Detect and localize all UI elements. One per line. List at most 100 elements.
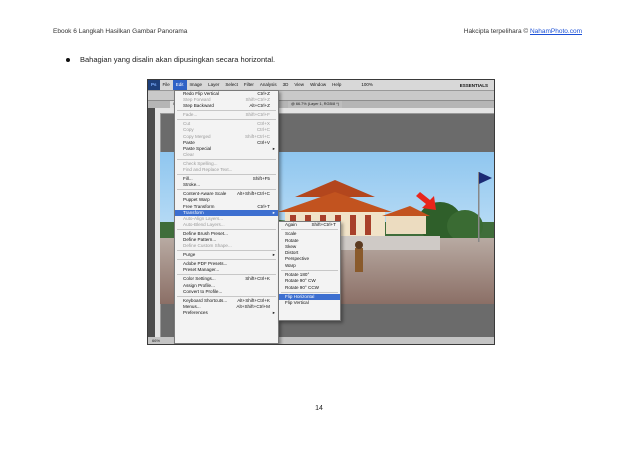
- menu-separator: [177, 189, 276, 191]
- menu-separator: [177, 174, 276, 176]
- menu-analysis[interactable]: Analysis: [257, 80, 280, 90]
- menu-item-label: Assign Profile...: [183, 282, 215, 288]
- menu-item-label: Preferences: [183, 309, 208, 315]
- menu-help[interactable]: Help: [329, 80, 344, 90]
- menu-item-label: Rotate: [285, 237, 299, 243]
- bullet-icon: [66, 57, 70, 62]
- menu-item-find-and-replace-text: Find and Replace Text...: [175, 167, 278, 173]
- menu-item-label: Color Settings...: [183, 276, 216, 282]
- menu-item-stroke[interactable]: Stroke...: [175, 182, 278, 188]
- menu-item-label: Step Forward: [183, 97, 211, 103]
- menu-window[interactable]: Window: [307, 80, 329, 90]
- menu-item-label: Define Pattern...: [183, 236, 217, 242]
- menu-item-label: Fill...: [183, 176, 193, 182]
- workspace-switcher[interactable]: ESSENTIALS: [460, 83, 494, 88]
- submenu-arrow-icon: ▸: [272, 309, 275, 315]
- menu-separator: [177, 228, 276, 230]
- menu-item-label: Convert to Profile...: [183, 288, 223, 294]
- menu-item-label: Flip Horizontal: [285, 293, 315, 299]
- edit-menu[interactable]: Redo Flip Vertical Ctrl+Z Step Forward Shif…: [174, 90, 279, 344]
- menu-layer[interactable]: Layer: [205, 80, 222, 90]
- menu-item-label: Rotate 180°: [285, 272, 310, 278]
- transform-submenu[interactable]: Again Shift+Ctrl+T Scale Rotate Skew Distort P…: [278, 221, 341, 321]
- menu-item-preferences[interactable]: Preferences ▸: [175, 310, 278, 316]
- menu-item-rotate-90-ccw[interactable]: Rotate 90° CCW: [279, 285, 340, 291]
- menu-item-label: Warp: [285, 262, 296, 268]
- document-tab-info[interactable]: @ 66.7% (Layer 1, RGB/8 *): [288, 101, 342, 108]
- menu-3d[interactable]: 3D: [280, 80, 292, 90]
- menu-image[interactable]: Image: [187, 80, 206, 90]
- menu-separator: [281, 270, 338, 272]
- menu-item-label: Transform: [183, 209, 204, 215]
- menu-item-define-custom-shape: Define Custom Shape...: [175, 243, 278, 249]
- menu-item-label: Clear: [183, 151, 194, 157]
- menu-item-label: Puppet Warp: [183, 197, 210, 203]
- menu-item-label: Redo Flip Vertical: [183, 91, 220, 96]
- menu-item-purge[interactable]: Purge ▸: [175, 252, 278, 258]
- page-number: 14: [315, 405, 323, 412]
- menu-item-label: Step Backward: [183, 103, 214, 109]
- menu-item-convert-to-profile[interactable]: Convert to Profile...: [175, 289, 278, 295]
- menu-item-clear: Clear: [175, 152, 278, 158]
- menu-item-shortcut: Shift+Ctrl+T: [311, 222, 336, 227]
- menu-item-label: Again: [285, 222, 297, 227]
- menu-item-shortcut: Shift+Ctrl+F: [245, 112, 270, 118]
- menu-separator: [177, 158, 276, 160]
- menu-item-label: Skew: [285, 243, 297, 249]
- bullet-item: Bahagian yang disalin akan dipusingkan s…: [66, 55, 275, 64]
- menu-item-label: Adobe PDF Presets...: [183, 261, 228, 267]
- menu-item-label: Preset Manager...: [183, 267, 220, 273]
- menu-filter[interactable]: Filter: [241, 80, 257, 90]
- menu-item-auto-blend-layers: Auto-Blend Layers...: [175, 222, 278, 228]
- menu-item-flip-vertical[interactable]: Flip Vertical: [279, 300, 340, 306]
- menu-item-preset-manager[interactable]: Preset Manager...: [175, 267, 278, 273]
- menu-item-label: Stroke...: [183, 182, 201, 188]
- menu-item-label: Fade...: [183, 112, 198, 118]
- menu-item-label: Free Transform: [183, 203, 215, 209]
- header-right: Hakcipta terpelihara © NahamPhoto.com: [464, 28, 582, 35]
- menu-separator: [281, 291, 338, 293]
- menu-item-label: Auto-Align Layers...: [183, 215, 224, 221]
- zoom-level[interactable]: 100%: [358, 80, 376, 90]
- menu-item-label: Keyboard Shortcuts...: [183, 297, 228, 303]
- menu-item-warp[interactable]: Warp: [279, 263, 340, 269]
- menu-item-label: Paste: [183, 139, 195, 145]
- menu-select[interactable]: Select: [222, 80, 241, 90]
- menu-item-label: Auto-Blend Layers...: [183, 221, 225, 227]
- website-link[interactable]: NahamPhoto.com: [530, 28, 582, 35]
- menu-file[interactable]: File: [160, 80, 173, 90]
- menu-item-label: Find and Replace Text...: [183, 167, 233, 173]
- menu-item-label: Cut: [183, 121, 191, 127]
- copyright-text: Hakcipta terpelihara ©: [463, 28, 530, 35]
- menu-item-label: Content-Aware Scale: [183, 191, 227, 197]
- menu-separator: [177, 250, 276, 252]
- menu-item-label: Distort: [285, 250, 299, 256]
- ps-logo-icon: Ps: [148, 80, 160, 90]
- menu-separator: [177, 295, 276, 297]
- menu-item-label: Paste Special: [183, 145, 212, 151]
- menu-item-fade: Fade... Shift+Ctrl+F: [175, 112, 278, 118]
- submenu-arrow-icon: ▸: [272, 252, 275, 258]
- menu-view[interactable]: View: [291, 80, 307, 90]
- header-left: Ebook 6 Langkah Hasilkan Gambar Panorama: [53, 28, 188, 35]
- menu-separator: [177, 110, 276, 112]
- menu-separator: [177, 259, 276, 261]
- bullet-text: Bahagian yang disalin akan dipusingkan s…: [80, 55, 276, 64]
- menu-item-label: Rotate 90° CCW: [285, 284, 320, 290]
- menu-item-label: Perspective: [285, 256, 310, 262]
- menu-item-again[interactable]: Again Shift+Ctrl+T: [279, 222, 340, 228]
- menu-item-label: Copy: [183, 127, 194, 133]
- menu-item-label: Rotate 90° CW: [285, 278, 316, 284]
- menu-item-label: Check Spelling...: [183, 160, 218, 166]
- menu-separator: [281, 229, 338, 231]
- menu-edit[interactable]: Edit: [172, 80, 187, 90]
- menu-item-shortcut: Alt+Ctrl+Z: [249, 103, 270, 109]
- photoshop-screenshot: Ps File Edit Image Layer Select Filter A…: [147, 79, 495, 345]
- menu-item-label: Purge: [183, 252, 196, 258]
- menu-separator: [177, 119, 276, 121]
- menu-item-label: Scale: [285, 231, 297, 237]
- menu-item-step-backward[interactable]: Step Backward Alt+Ctrl+Z: [175, 103, 278, 109]
- menu-item-label: Copy Merged: [183, 133, 211, 139]
- menu-item-label: Define Custom Shape...: [183, 243, 232, 249]
- menu-separator: [177, 274, 276, 276]
